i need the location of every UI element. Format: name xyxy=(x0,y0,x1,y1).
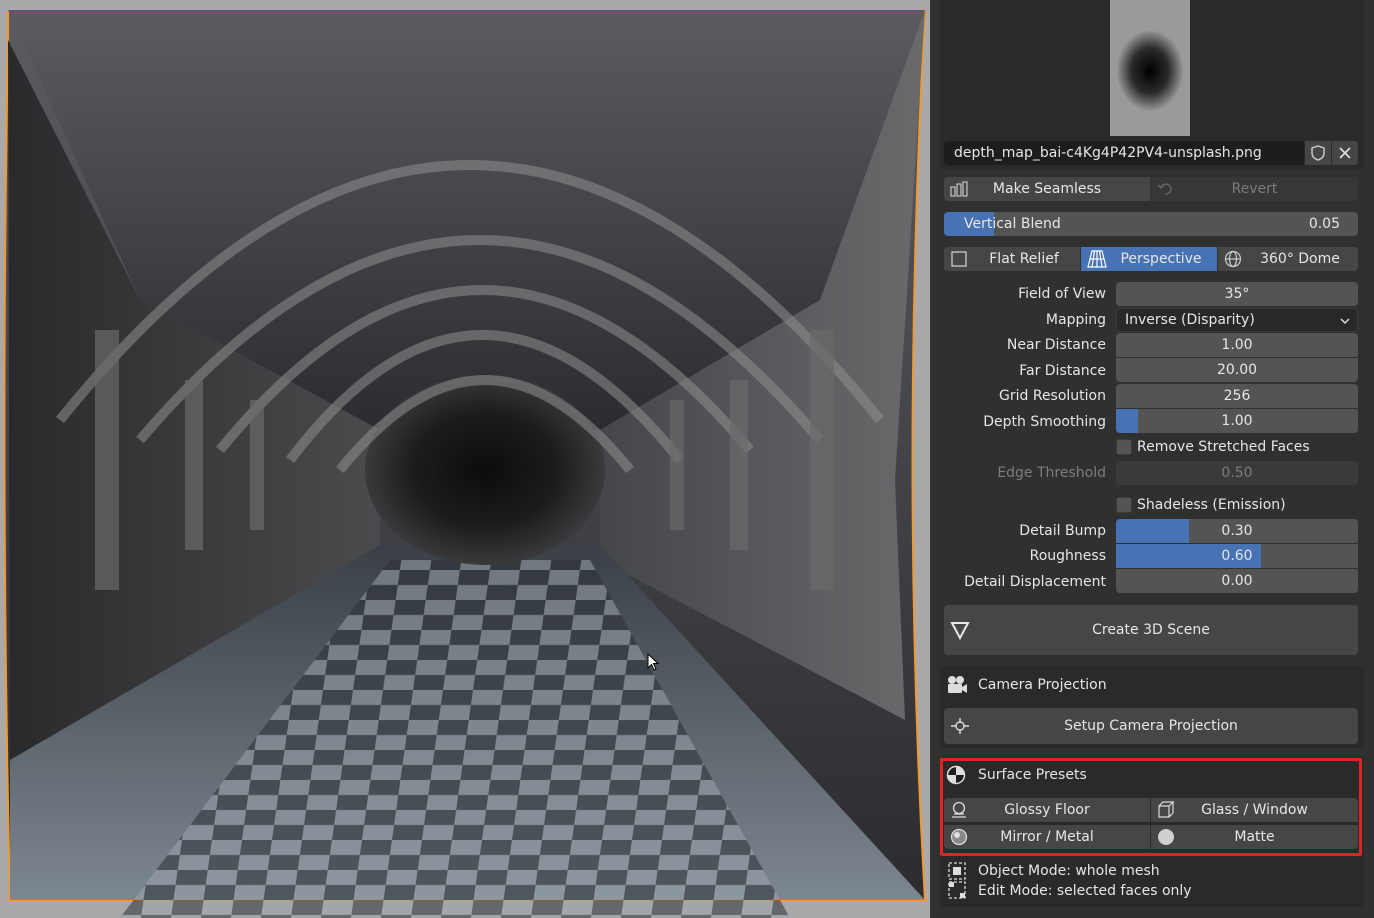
shadeless-checkbox[interactable] xyxy=(1116,497,1132,513)
revert-label: Revert xyxy=(1231,181,1278,197)
make-seamless-button[interactable]: Make Seamless xyxy=(944,177,1150,201)
mode-360-dome-label: 360° Dome xyxy=(1260,251,1340,267)
far-distance-label: Far Distance xyxy=(1019,363,1106,379)
perspective-grid-icon xyxy=(1087,250,1107,268)
camera-projection-title: Camera Projection xyxy=(978,677,1107,693)
mouse-cursor-icon xyxy=(647,653,659,671)
depth-map-preview xyxy=(1110,0,1190,136)
object-mode-icon xyxy=(948,862,966,880)
roughness-label: Roughness xyxy=(1029,548,1106,564)
remove-stretched-label: Remove Stretched Faces xyxy=(1137,439,1310,455)
mode-360-dome[interactable]: 360° Dome xyxy=(1218,247,1358,271)
detail-bump-label: Detail Bump xyxy=(1019,523,1106,539)
depth-smoothing-fill xyxy=(1116,409,1138,433)
undo-icon xyxy=(1157,181,1173,197)
mode-flat-relief[interactable]: Flat Relief xyxy=(944,247,1080,271)
near-distance-field[interactable]: 1.00 xyxy=(1116,333,1358,357)
edge-threshold-field[interactable]: 0.50 xyxy=(1116,461,1358,485)
unlink-image-button[interactable] xyxy=(1332,141,1358,165)
seamless-icon xyxy=(950,181,970,197)
create-3d-scene-label: Create 3D Scene xyxy=(1092,622,1210,638)
image-filename-field[interactable]: depth_map_bai-c4Kg4P42PV4-unsplash.png xyxy=(944,141,1304,165)
revert-button[interactable]: Revert xyxy=(1151,177,1358,201)
shadeless-label: Shadeless (Emission) xyxy=(1137,497,1286,513)
object-mode-text: Object Mode: whole mesh xyxy=(978,863,1160,879)
create-3d-scene-button[interactable]: Create 3D Scene xyxy=(944,605,1358,655)
mapping-dropdown[interactable]: Inverse (Disparity) xyxy=(1116,308,1358,332)
vertical-blend-slider[interactable]: Vertical Blend 0.05 xyxy=(944,212,1358,236)
field-of-view-label: Field of View xyxy=(1018,286,1106,302)
vertical-blend-label: Vertical Blend xyxy=(964,216,1061,232)
depth-smoothing-label: Depth Smoothing xyxy=(983,414,1106,430)
properties-sidebar: depth_map_bai-c4Kg4P42PV4-unsplash.png M… xyxy=(930,0,1374,918)
setup-camera-projection-label: Setup Camera Projection xyxy=(1064,718,1238,734)
mode-flat-relief-label: Flat Relief xyxy=(989,251,1059,267)
make-seamless-label: Make Seamless xyxy=(992,181,1102,197)
depth-smoothing-value: 1.00 xyxy=(1221,413,1253,429)
vaulted-hall-render xyxy=(3,9,927,918)
close-icon xyxy=(1339,147,1351,159)
camera-icon xyxy=(946,675,968,695)
mapping-value: Inverse (Disparity) xyxy=(1125,312,1255,328)
far-distance-field[interactable]: 20.00 xyxy=(1116,358,1358,382)
mapping-label: Mapping xyxy=(1045,312,1106,328)
remove-stretched-checkbox[interactable] xyxy=(1116,439,1132,455)
vertical-blend-value: 0.05 xyxy=(1308,216,1340,232)
3d-viewport[interactable] xyxy=(0,0,930,918)
depth-smoothing-slider[interactable]: 1.00 xyxy=(1116,409,1358,433)
detail-displacement-value: 0.00 xyxy=(1221,573,1253,589)
mode-perspective[interactable]: Perspective xyxy=(1081,247,1217,271)
edge-threshold-label: Edge Threshold xyxy=(997,465,1106,481)
detail-bump-fill xyxy=(1116,519,1189,543)
roughness-slider[interactable]: 0.60 xyxy=(1116,544,1358,568)
globe-icon xyxy=(1224,250,1242,268)
detail-bump-value: 0.30 xyxy=(1221,523,1253,539)
image-filename: depth_map_bai-c4Kg4P42PV4-unsplash.png xyxy=(954,145,1262,161)
detail-displacement-label: Detail Displacement xyxy=(964,574,1106,590)
surface-presets-highlight xyxy=(940,758,1362,856)
grid-resolution-label: Grid Resolution xyxy=(999,388,1106,404)
fake-user-button[interactable] xyxy=(1305,141,1331,165)
shield-icon xyxy=(1311,145,1325,161)
edit-mode-text: Edit Mode: selected faces only xyxy=(978,883,1192,899)
edit-mode-icon xyxy=(948,881,966,899)
mode-perspective-label: Perspective xyxy=(1120,251,1202,267)
field-of-view-value: 35° xyxy=(1224,286,1250,302)
edge-threshold-value: 0.50 xyxy=(1221,465,1253,481)
near-distance-value: 1.00 xyxy=(1221,337,1253,353)
detail-bump-slider[interactable]: 0.30 xyxy=(1116,519,1358,543)
triangle-down-icon xyxy=(950,620,970,640)
grid-resolution-field[interactable]: 256 xyxy=(1116,384,1358,408)
roughness-value: 0.60 xyxy=(1221,548,1253,564)
grid-resolution-value: 256 xyxy=(1223,388,1251,404)
setup-camera-projection-button[interactable]: Setup Camera Projection xyxy=(944,708,1358,744)
projector-icon xyxy=(950,717,970,735)
detail-displacement-slider[interactable]: 0.00 xyxy=(1116,569,1358,593)
chevron-down-icon xyxy=(1340,318,1350,325)
far-distance-value: 20.00 xyxy=(1216,362,1258,378)
near-distance-label: Near Distance xyxy=(1006,337,1106,353)
plane-icon xyxy=(951,251,967,267)
field-of-view-field[interactable]: 35° xyxy=(1116,282,1358,306)
